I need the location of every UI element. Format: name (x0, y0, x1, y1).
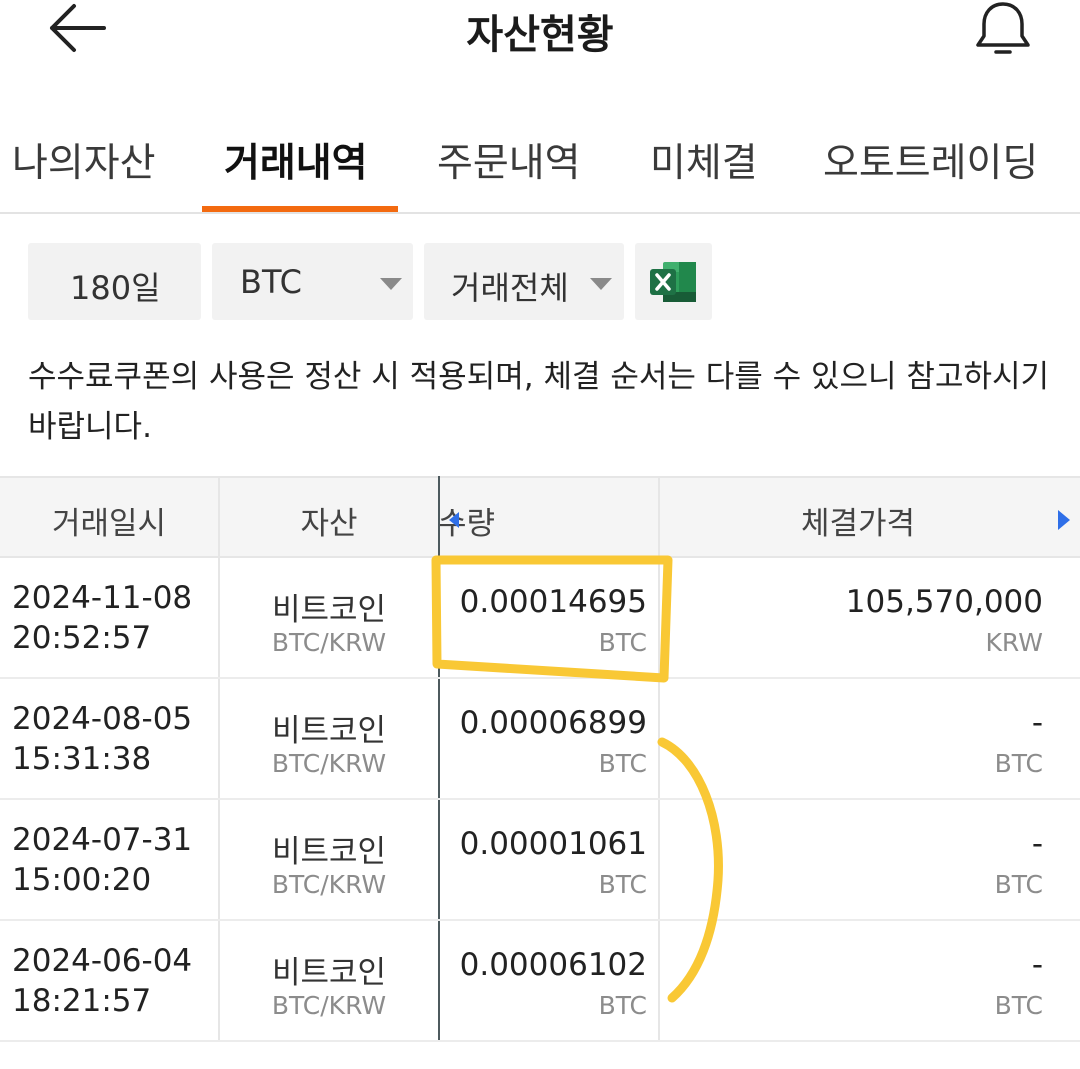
asset-name: 비트코인 (271, 592, 387, 628)
asset-name: 비트코인 (271, 713, 387, 749)
asset-name: 비트코인 (271, 834, 387, 870)
quantity-value: 0.00014695 (459, 584, 647, 620)
notification-button[interactable] (970, 0, 1036, 60)
quantity-unit: BTC (598, 991, 647, 1020)
asset-name: 비트코인 (271, 955, 387, 991)
quantity-value: 0.00006899 (459, 705, 647, 741)
price-unit: BTC (994, 991, 1043, 1020)
asset-pair: BTC/KRW (271, 991, 387, 1020)
table-row[interactable]: 2024-08-05 15:31:38 비트코인 BTC/KRW 0.000068… (0, 679, 1080, 800)
price-unit: BTC (994, 749, 1043, 778)
quantity-unit: BTC (598, 749, 647, 778)
price-unit: KRW (985, 628, 1043, 657)
chevron-down-icon (590, 278, 612, 290)
trade-datetime: 2024-06-04 18:21:57 (12, 943, 193, 1019)
trade-datetime: 2024-07-31 15:00:20 (12, 822, 193, 898)
scroll-left-icon[interactable] (447, 510, 461, 530)
table-header: 거래일시 자산 수량 체결가격 (0, 476, 1080, 558)
quantity-unit: BTC (598, 628, 647, 657)
asset-pair: BTC/KRW (271, 628, 387, 657)
tab-trade-history[interactable]: 거래내역 (224, 132, 368, 188)
asset-pair: BTC/KRW (271, 749, 387, 778)
price-unit: BTC (994, 870, 1043, 899)
chevron-down-icon (380, 278, 402, 290)
tab-order-history[interactable]: 주문내역 (437, 132, 581, 188)
price-value: - (1031, 947, 1043, 983)
column-header-datetime[interactable]: 거래일시 (0, 498, 218, 543)
table-row[interactable]: 2024-07-31 15:00:20 비트코인 BTC/KRW 0.000010… (0, 800, 1080, 921)
tab-my-assets[interactable]: 나의자산 (12, 132, 156, 188)
quantity-value: 0.00006102 (459, 947, 647, 983)
column-header-price[interactable]: 체결가격 (660, 498, 1056, 543)
trade-type-select[interactable]: 거래전체 (424, 243, 624, 320)
tab-bar: 나의자산 거래내역 주문내역 미체결 오토트레이딩 (0, 120, 1080, 215)
price-value: - (1031, 705, 1043, 741)
scroll-right-icon[interactable] (1054, 508, 1074, 532)
quantity-unit: BTC (598, 870, 647, 899)
excel-export-button[interactable] (635, 243, 712, 320)
price-value: 105,570,000 (845, 584, 1043, 620)
trade-type-select-label: 거래전체 (451, 269, 569, 307)
tab-unfilled[interactable]: 미체결 (650, 132, 758, 188)
page-title: 자산현황 (466, 12, 614, 58)
tab-auto-trading[interactable]: 오토트레이딩 (823, 132, 1038, 188)
trade-datetime: 2024-08-05 15:31:38 (12, 701, 193, 777)
asset-pair: BTC/KRW (271, 870, 387, 899)
period-filter[interactable]: 180일 (28, 243, 201, 320)
price-value: - (1031, 826, 1043, 862)
period-filter-label: 180일 (70, 269, 161, 307)
quantity-value: 0.00001061 (459, 826, 647, 862)
bell-icon (976, 2, 1030, 54)
asset-select[interactable]: BTC (212, 243, 413, 320)
fee-coupon-notice: 수수료쿠폰의 사용은 정산 시 적용되며, 체결 순서는 다를 수 있으니 참고… (28, 359, 1050, 445)
asset-select-label: BTC (240, 263, 302, 301)
trade-datetime: 2024-11-08 20:52:57 (12, 580, 193, 656)
table-row[interactable]: 2024-06-04 18:21:57 비트코인 BTC/KRW 0.000061… (0, 921, 1080, 1042)
excel-icon (650, 262, 696, 302)
column-header-asset[interactable]: 자산 (220, 498, 438, 543)
top-bar: 자산현황 (0, 0, 1080, 60)
table-row[interactable]: 2024-11-08 20:52:57 비트코인 BTC/KRW 0.000146… (0, 558, 1080, 679)
tabs-divider (0, 212, 1080, 214)
